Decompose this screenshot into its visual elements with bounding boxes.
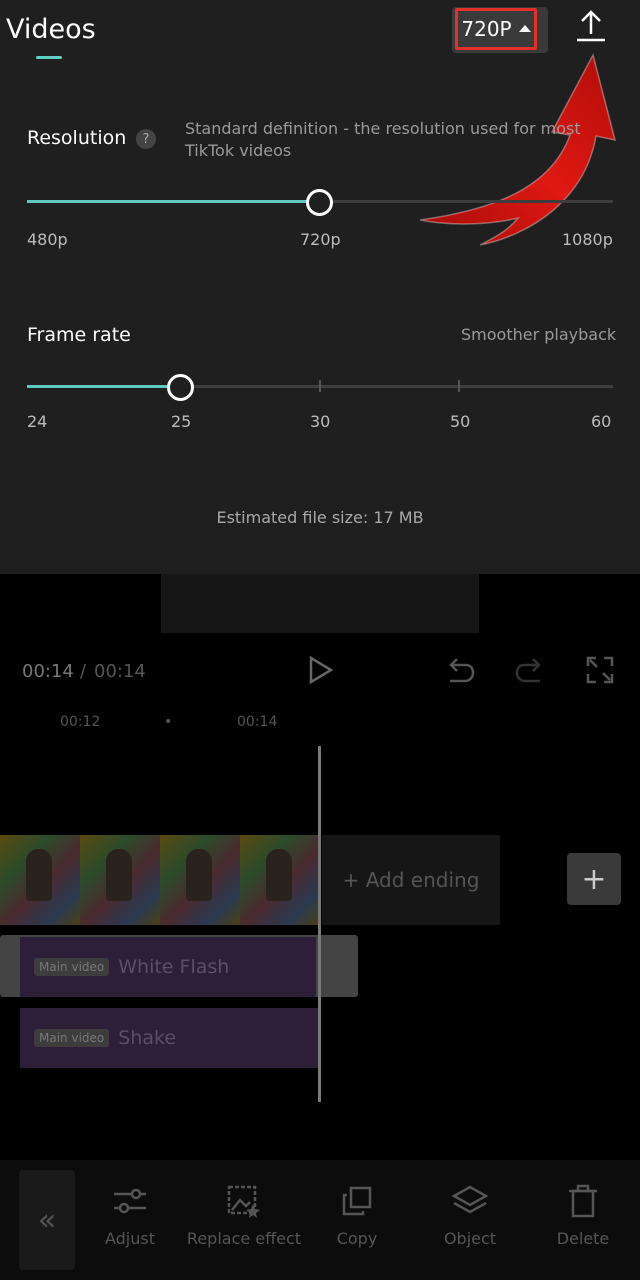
- resolution-description-line2: TikTok videos: [185, 141, 292, 160]
- copy-label: Copy: [336, 1229, 378, 1248]
- time-separator: /: [80, 661, 87, 682]
- frame-rate-option-24: 24: [27, 412, 48, 431]
- frame-rate-slider-fill: [27, 385, 180, 388]
- replace-effect-button[interactable]: Replace effect: [179, 1183, 309, 1248]
- resolution-dropdown-label: 720P: [461, 17, 512, 41]
- total-time: 00:14: [94, 661, 146, 682]
- replace-effect-icon: [227, 1185, 260, 1218]
- delete-button[interactable]: Delete: [518, 1183, 640, 1248]
- resolution-slider-fill: [27, 200, 319, 203]
- frame-rate-option-50: 50: [450, 412, 471, 431]
- object-label: Object: [443, 1229, 497, 1248]
- caret-up-icon: [518, 24, 531, 32]
- delete-label: Delete: [556, 1229, 610, 1248]
- object-button[interactable]: Object: [405, 1183, 535, 1248]
- copy-button[interactable]: Copy: [292, 1183, 422, 1248]
- frame-rate-description: Smoother playback: [461, 325, 617, 344]
- redo-icon[interactable]: [514, 655, 546, 685]
- resolution-label: Resolution: [27, 127, 127, 149]
- adjust-button[interactable]: Adjust: [65, 1183, 195, 1248]
- timestamp-dot: •: [164, 714, 173, 730]
- title-underline: [36, 56, 62, 59]
- current-time: 00:14: [22, 661, 74, 682]
- effect-name: White Flash: [118, 956, 230, 978]
- help-icon[interactable]: ?: [136, 129, 156, 149]
- effect-name: Shake: [118, 1027, 177, 1049]
- effect-track-white-flash[interactable]: Main video White Flash: [20, 937, 316, 997]
- effect-badge: Main video: [34, 958, 110, 976]
- frame-rate-option-30: 30: [310, 412, 331, 431]
- undo-icon[interactable]: [444, 655, 476, 685]
- effect-badge: Main video: [34, 1029, 110, 1047]
- upload-icon[interactable]: [572, 8, 610, 44]
- copy-icon: [342, 1186, 372, 1216]
- clip-thumbnail: [0, 835, 80, 925]
- resolution-option-720p: 720p: [300, 230, 341, 249]
- replace-effect-label: Replace effect: [186, 1229, 302, 1248]
- sliders-icon: [114, 1188, 146, 1214]
- resolution-option-480p: 480p: [27, 230, 68, 249]
- fullscreen-icon[interactable]: [586, 656, 614, 684]
- frame-rate-tick-30: [319, 380, 321, 392]
- resolution-description: Standard definition - the resolution use…: [185, 118, 605, 162]
- clip-thumbnail: [240, 835, 320, 925]
- trash-icon: [569, 1184, 597, 1218]
- clip-thumbnail: [80, 835, 160, 925]
- timestamp-0014: 00:14: [237, 714, 278, 730]
- resolution-description-line1: Standard definition - the resolution use…: [185, 119, 581, 138]
- estimated-file-size: Estimated file size: 17 MB: [216, 508, 424, 527]
- playhead[interactable]: [318, 746, 321, 1102]
- adjust-label: Adjust: [104, 1229, 155, 1248]
- frame-rate-slider-knob[interactable]: [167, 374, 194, 401]
- resolution-slider-knob[interactable]: [306, 189, 333, 216]
- timestamp-0012: 00:12: [60, 714, 101, 730]
- frame-rate-tick-50: [458, 380, 460, 392]
- frame-rate-option-25: 25: [171, 412, 192, 431]
- frame-rate-label: Frame rate: [27, 324, 131, 346]
- video-preview: [161, 574, 479, 633]
- add-clip-button[interactable]: +: [567, 853, 621, 905]
- add-ending-button[interactable]: + Add ending: [322, 835, 500, 925]
- play-icon[interactable]: [306, 655, 336, 685]
- resolution-option-1080p: 1080p: [562, 230, 613, 249]
- frame-rate-option-60: 60: [591, 412, 612, 431]
- effect-track-shake[interactable]: Main video Shake: [20, 1008, 318, 1068]
- clip-thumbnail: [160, 835, 240, 925]
- video-clip[interactable]: [0, 835, 320, 925]
- panel-title: Videos: [6, 14, 96, 45]
- layers-icon: [451, 1185, 489, 1214]
